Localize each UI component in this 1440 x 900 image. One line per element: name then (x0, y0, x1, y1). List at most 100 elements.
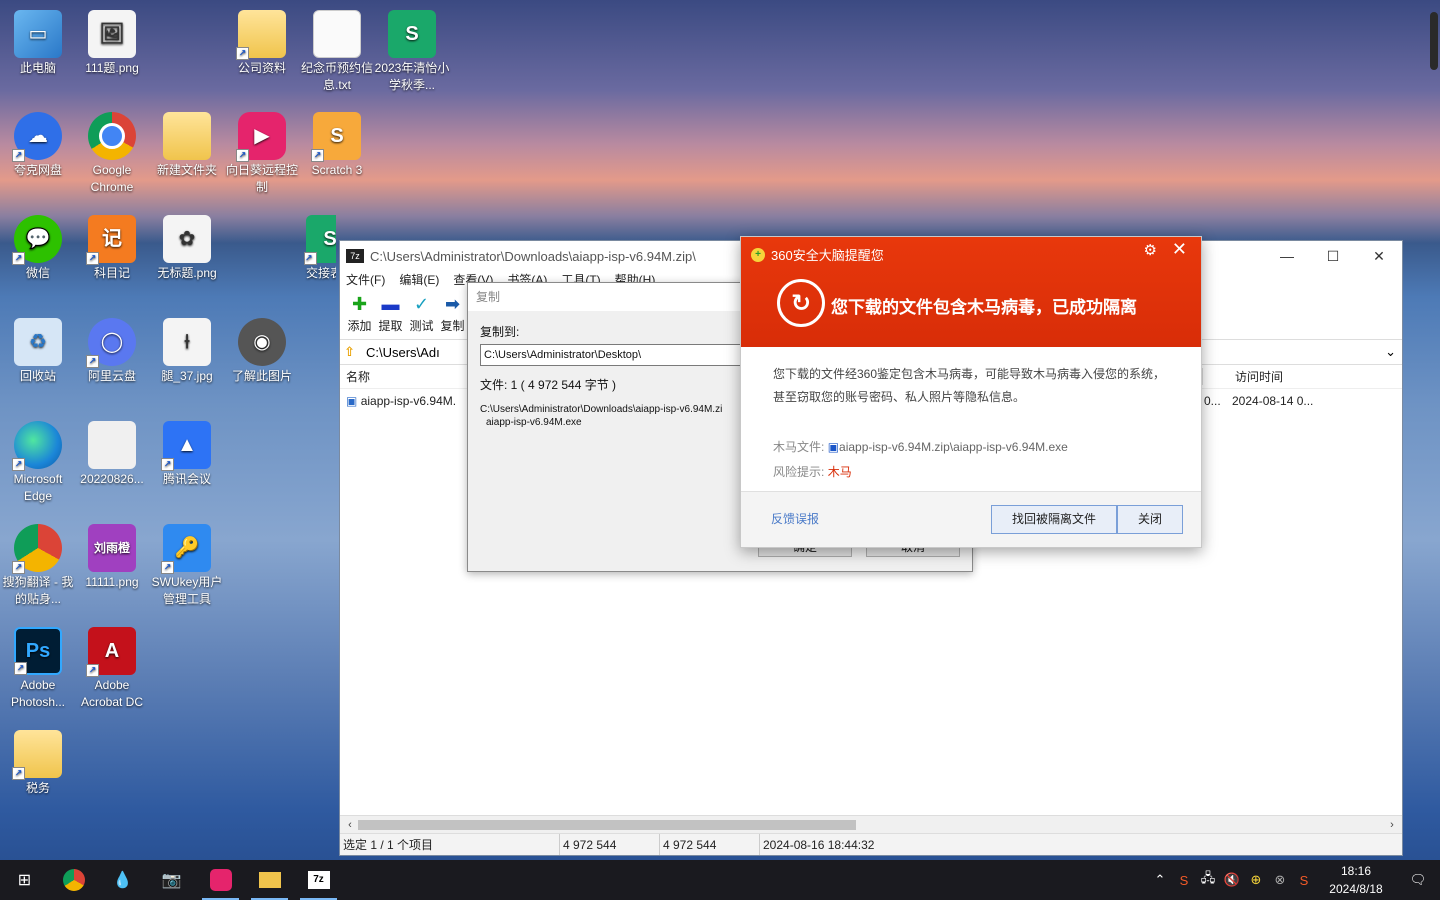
7zip-icon[interactable]: 7z (294, 860, 343, 900)
document-icon (88, 421, 136, 469)
remote-control-icon: ▶ ↗ (236, 112, 286, 162)
camera-icon: ◉ (238, 318, 286, 366)
chrome-icon[interactable] (49, 860, 98, 900)
desktop-icon-tencent-meeting[interactable]: ▲ ↗ 腾讯会议 (149, 421, 225, 488)
sogou-tray-icon[interactable]: S (1292, 873, 1316, 888)
alert-headline: 您下载的文件包含木马病毒，已成功隔离 (831, 298, 1137, 317)
close-icon[interactable]: ✕ (1172, 239, 1187, 260)
close-button[interactable]: 关闭 (1117, 505, 1183, 534)
column-access-time[interactable]: 访问时间 (1202, 368, 1322, 385)
paint-icon[interactable]: 💧 (98, 860, 147, 900)
folder-icon (163, 112, 211, 160)
network-icon[interactable]: 🖧 (1196, 869, 1220, 891)
minimize-icon[interactable]: — (1264, 241, 1310, 271)
desktop-icon-sogou-translate[interactable]: ↗ 搜狗翻译 - 我的贴身... (0, 524, 76, 608)
desktop-icon-kemuji[interactable]: 记 ↗ 科目记 (74, 215, 150, 282)
desktop-icon-recycle-bin[interactable]: ♻ 回收站 (0, 318, 76, 385)
add-button[interactable]: ✚ 添加 (344, 291, 375, 339)
copy-button[interactable]: ➡ 复制 (437, 291, 468, 339)
volume-muted-icon[interactable]: 🔇 (1220, 872, 1244, 888)
desktop-icon-leg-jpg[interactable]: ⟊ 腿_37.jpg (149, 318, 225, 385)
desktop-icon-untitled-png[interactable]: ✿ 无标题.png (149, 215, 225, 282)
arrow-right-icon: ➡ (444, 294, 461, 314)
wechat-icon: 💬 ↗ (12, 215, 62, 265)
desktop-icon-company-docs[interactable]: ↗ 公司资料 (224, 10, 300, 77)
address-value: C:\Users\Adı (366, 344, 440, 360)
desktop-icon-label: 无标题.png (157, 266, 217, 280)
360-tray-icon[interactable]: ⊕ (1244, 872, 1268, 888)
horizontal-scrollbar[interactable]: ‹ › (340, 815, 1402, 833)
clock[interactable]: 18:16 2024/8/18 (1316, 862, 1396, 898)
desktop-icon-aliyun[interactable]: ◯ ↗ 阿里云盘 (74, 318, 150, 385)
aliyun-icon: ◯ ↗ (86, 318, 136, 368)
desktop-icon-learn-image[interactable]: ◉ 了解此图片 (224, 318, 300, 385)
notification-icon[interactable]: 🗨 (1396, 872, 1440, 888)
maximize-icon[interactable]: ☐ (1310, 241, 1356, 271)
explorer-icon[interactable] (245, 860, 294, 900)
desktop-icon-111png[interactable]: 🖼 111题.png (74, 10, 150, 77)
desktop-icon-quark[interactable]: ☁ ↗ 夸克网盘 (0, 112, 76, 179)
desktop-icon-handover-sheet[interactable]: S↗交接表 (292, 215, 336, 282)
desktop-icon-11111png[interactable]: 刘雨橙 11111.png (74, 524, 150, 591)
desktop-icon-label: Scratch 3 (311, 163, 363, 177)
desktop-icon-label: 搜狗翻译 - 我的贴身... (2, 575, 74, 606)
scrollbar-thumb[interactable] (358, 820, 856, 830)
alert-title: 360安全大脑提醒您 (771, 248, 884, 263)
menu-file[interactable]: 文件(F) (346, 271, 385, 291)
risk-value: 木马 (827, 465, 852, 479)
close-icon[interactable]: ✕ (1356, 241, 1402, 271)
image-icon: ⟊ (163, 318, 211, 366)
recover-quarantine-button[interactable]: 找回被隔离文件 (991, 505, 1117, 534)
desktop-icon-this-pc[interactable]: ▭ 此电脑 (0, 10, 76, 77)
menu-edit[interactable]: 编辑(E) (399, 271, 439, 291)
test-label: 测试 (409, 319, 434, 333)
extract-label: 提取 (378, 319, 403, 333)
desktop-icon-coin-txt[interactable]: 纪念币预约信息.txt (299, 10, 375, 94)
desktop-icon-school-sheet[interactable]: S 2023年清怡小学秋季... (374, 10, 450, 94)
desktop-icon-swukey[interactable]: 🔑 ↗ SWUkey用户管理工具 (149, 524, 225, 608)
desktop-icon-edge[interactable]: ↗ Microsoft Edge (0, 421, 76, 505)
taskbar: ⊞ 💧 📷 7z ⌃ S 🖧 🔇 ⊕ ⊗ S 18:16 2024/8/18 🗨 (0, 860, 1440, 900)
desktop-icon-scratch[interactable]: S ↗ Scratch 3 (299, 112, 375, 179)
desktop-icon-20220826[interactable]: 20220826... (74, 421, 150, 488)
gear-icon[interactable]: ⚙ (1144, 241, 1157, 259)
image-icon: 刘雨橙 (88, 524, 136, 572)
desktop-icon-chrome[interactable]: Google Chrome (74, 112, 150, 196)
desktop-icon-tax-folder[interactable]: ↗ 税务 (0, 730, 76, 797)
close-circle-icon[interactable]: ⊗ (1268, 872, 1292, 888)
desktop-icon-label: Microsoft Edge (13, 472, 63, 503)
feedback-link[interactable]: 反馈误报 (771, 510, 819, 527)
desktop-icon-acrobat[interactable]: A ↗ Adobe Acrobat DC (74, 627, 150, 711)
source-file: aiapp-isp-v6.94M.exe (486, 417, 582, 428)
camera-icon[interactable]: 📷 (147, 860, 196, 900)
copy-label: 复制 (440, 319, 465, 333)
sogou-ime-icon[interactable]: S (1172, 873, 1196, 888)
folder-up-icon[interactable]: ⇧ (344, 344, 366, 360)
test-button[interactable]: ✓ 测试 (406, 291, 437, 339)
start-icon[interactable]: ⊞ (0, 860, 49, 900)
acrobat-icon: A ↗ (86, 627, 136, 677)
desktop-icon-label: 了解此图片 (231, 369, 292, 383)
desktop-icon-photoshop[interactable]: Ps ↗ Adobe Photosh... (0, 627, 76, 711)
desktop-icon-label: 向日葵远程控制 (225, 163, 298, 194)
extract-button[interactable]: ▬ 提取 (375, 291, 406, 339)
desktop-icon-label: SWUkey用户管理工具 (151, 575, 223, 606)
chevron-up-icon[interactable]: ⌃ (1148, 872, 1172, 888)
desktop-icon-label: 腾讯会议 (162, 472, 211, 486)
status-selected: 选定 1 / 1 个项目 (340, 834, 560, 855)
chevron-left-icon[interactable]: ‹ (342, 816, 358, 834)
chevron-down-icon[interactable]: ⌄ (1385, 344, 1396, 360)
desktop-icon-new-folder[interactable]: 新建文件夹 (149, 112, 225, 179)
folder-icon: ↗ (12, 730, 62, 780)
desktop-scrollbar[interactable] (1430, 12, 1438, 70)
desktop-icon-sunflower[interactable]: ▶ ↗ 向日葵远程控制 (224, 112, 300, 196)
desktop-icon-wechat[interactable]: 💬 ↗ 微信 (0, 215, 76, 282)
key-icon: 🔑 ↗ (161, 524, 211, 574)
row-modified: 0... (1204, 394, 1221, 408)
status-date: 2024-08-16 18:44:32 (763, 838, 875, 852)
remote-control-icon[interactable] (196, 860, 245, 900)
desktop-icon-label: 阿里云盘 (87, 369, 136, 383)
chevron-right-icon[interactable]: › (1384, 816, 1400, 834)
image-icon: ✿ (163, 215, 211, 263)
minus-icon: ▬ (381, 294, 400, 314)
